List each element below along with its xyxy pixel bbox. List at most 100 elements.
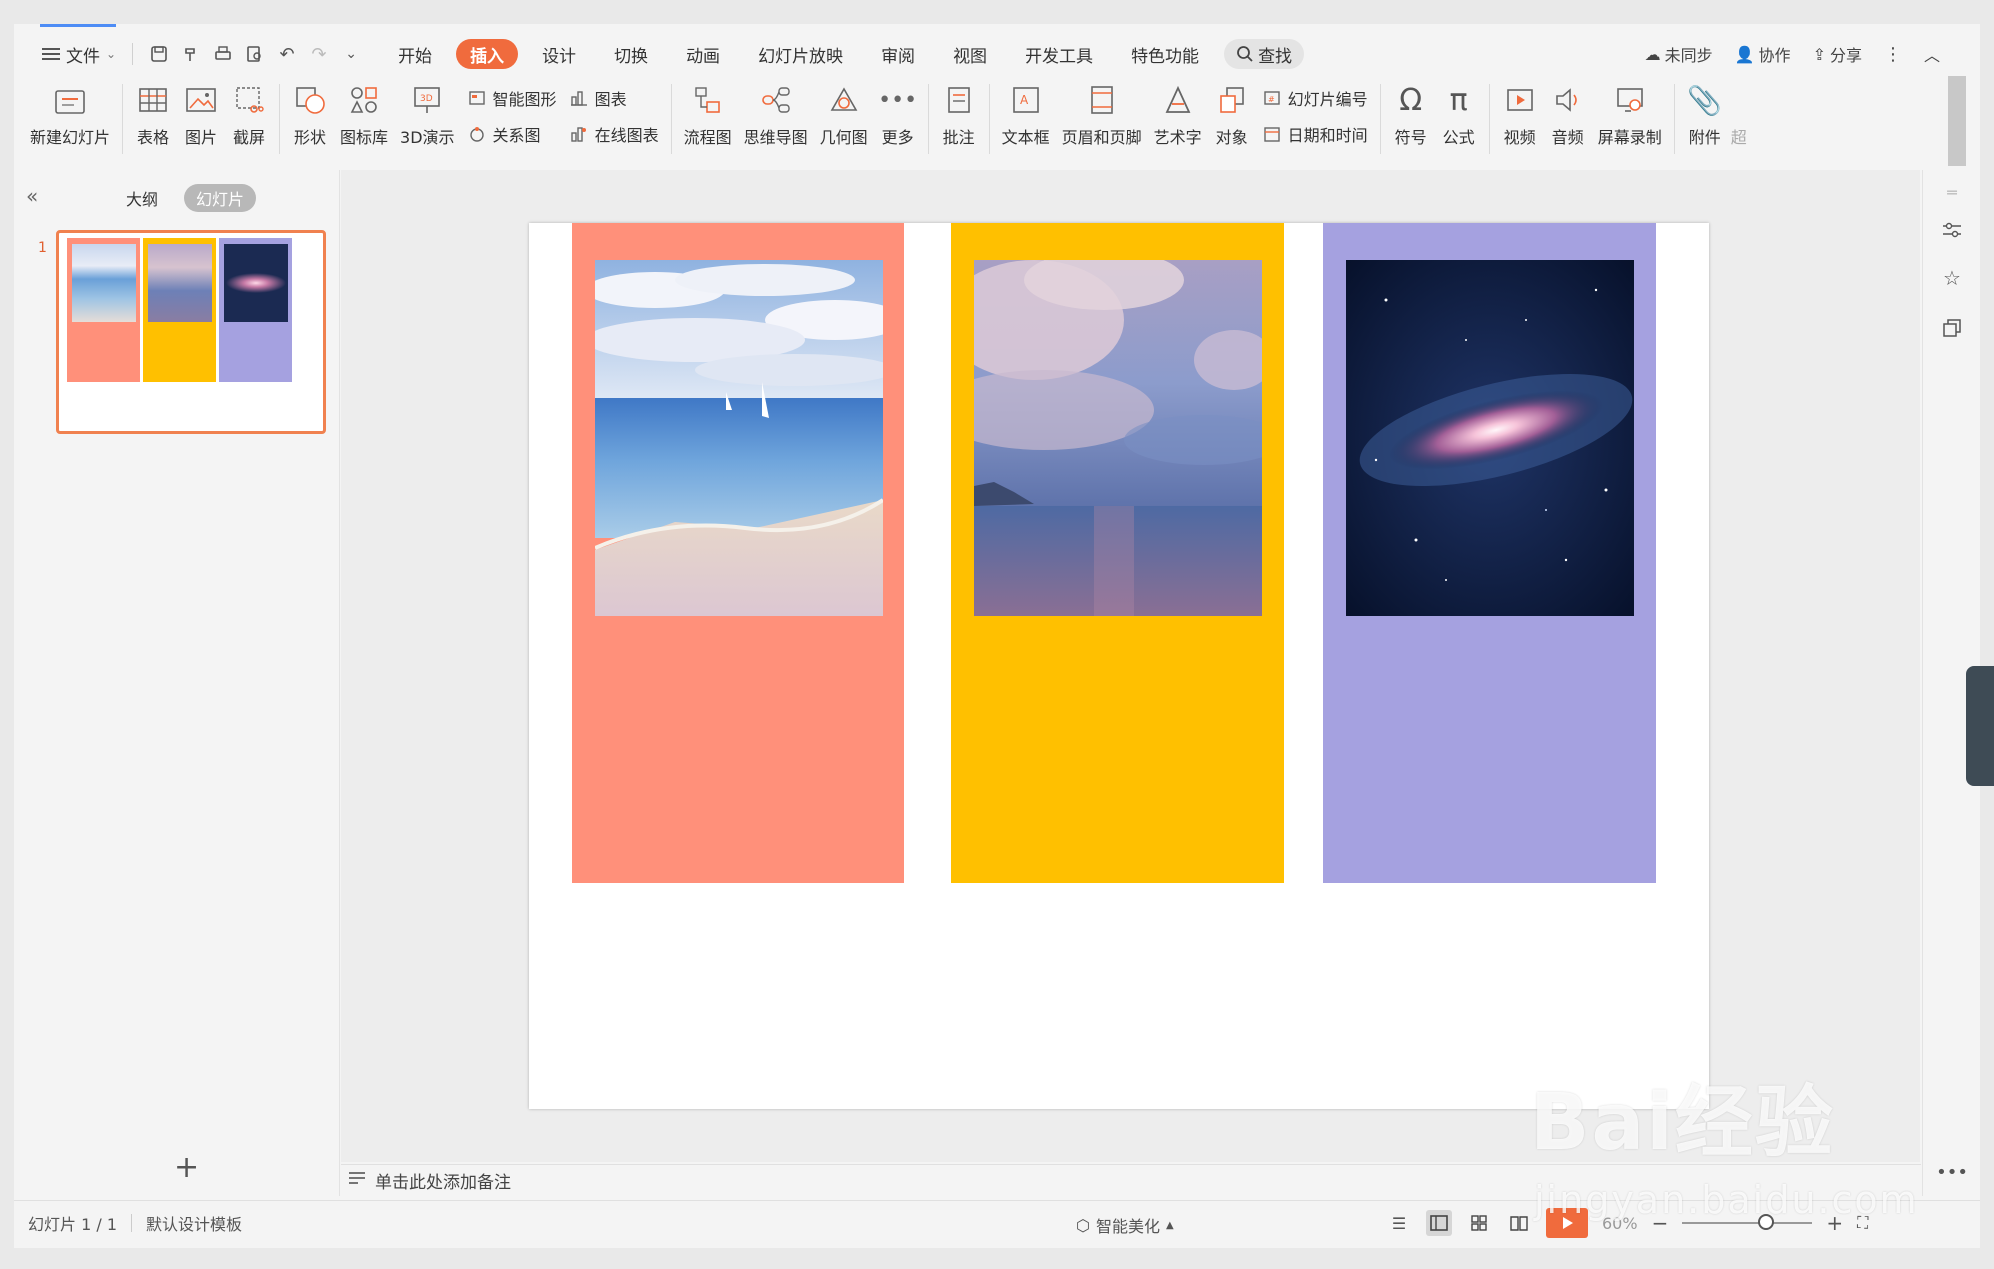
settings-sliders-icon[interactable] bbox=[1940, 218, 1964, 242]
beach-photo[interactable] bbox=[595, 260, 883, 616]
sync-button[interactable]: ☁ 未同步 bbox=[1645, 42, 1713, 66]
thumb-galaxy-photo bbox=[224, 244, 288, 322]
star-icon[interactable]: ☆ bbox=[1940, 266, 1964, 290]
chart-group: 图表 在线图表 bbox=[563, 76, 665, 156]
datetime-button[interactable]: 日期和时间 bbox=[1262, 122, 1368, 146]
template-name[interactable]: 默认设计模板 bbox=[146, 1211, 242, 1235]
more-vertical-icon[interactable]: ⋮ bbox=[1884, 44, 1902, 65]
slide-sorter-icon[interactable] bbox=[1466, 1210, 1492, 1236]
floating-edge-widget[interactable] bbox=[1966, 666, 1994, 786]
print-icon[interactable] bbox=[210, 41, 236, 67]
audio-button[interactable]: 音频 bbox=[1544, 76, 1592, 156]
collab-label: 协作 bbox=[1758, 46, 1791, 65]
save-icon[interactable] bbox=[146, 41, 172, 67]
new-slide-button[interactable]: 新建幻灯片 bbox=[24, 76, 116, 156]
mindmap-button[interactable]: 思维导图 bbox=[738, 76, 814, 156]
watermark-main: Bai经验 bbox=[1530, 1078, 1835, 1168]
geometry-button[interactable]: 几何图 bbox=[814, 76, 874, 156]
smart-beautify-label: 智能美化 bbox=[1095, 1217, 1160, 1236]
customize-quick-access-icon[interactable]: ⌄ bbox=[338, 41, 364, 67]
collapse-panel-icon[interactable]: « bbox=[26, 184, 38, 208]
tab-insert[interactable]: 插入 bbox=[456, 39, 519, 69]
comment-icon bbox=[941, 82, 977, 118]
flowchart-button[interactable]: 流程图 bbox=[678, 76, 738, 156]
smart-graphic-button[interactable]: 智能图形 bbox=[467, 86, 557, 110]
tab-home[interactable]: 开始 bbox=[384, 39, 446, 69]
screen-record-button[interactable]: 屏幕录制 bbox=[1592, 76, 1668, 156]
slide-number-button[interactable]: # 幻灯片编号 bbox=[1262, 86, 1368, 110]
wordart-button[interactable]: 艺术字 bbox=[1148, 76, 1208, 156]
reading-view-icon[interactable] bbox=[1506, 1210, 1532, 1236]
tab-slideshow[interactable]: 幻灯片放映 bbox=[744, 39, 857, 69]
smart-graphic-group: 智能图形 关系图 bbox=[461, 76, 563, 156]
relation-button[interactable]: 关系图 bbox=[467, 122, 557, 146]
print-preview-icon[interactable] bbox=[242, 41, 268, 67]
tab-outline[interactable]: 大纲 bbox=[114, 184, 170, 212]
file-menu[interactable]: 文件 ⌄ bbox=[36, 38, 122, 70]
ribbon-divider bbox=[988, 84, 990, 154]
tab-view[interactable]: 视图 bbox=[939, 39, 1001, 69]
ribbon-scroll-right[interactable] bbox=[1948, 76, 1966, 166]
hyperlink-button[interactable]: 超 bbox=[1729, 76, 1749, 156]
tab-animation[interactable]: 动画 bbox=[672, 39, 734, 69]
picture-button[interactable]: 图片 bbox=[177, 76, 225, 156]
video-button[interactable]: 视频 bbox=[1496, 76, 1544, 156]
more-button[interactable]: ••• 更多 bbox=[874, 76, 922, 156]
coral-column[interactable] bbox=[572, 223, 904, 883]
audio-label: 音频 bbox=[1551, 128, 1584, 147]
object-label: 对象 bbox=[1215, 128, 1248, 147]
notes-toggle-icon[interactable]: ☰ bbox=[1386, 1210, 1412, 1236]
tab-slides[interactable]: 幻灯片 bbox=[184, 184, 257, 212]
thumb-sky-photo bbox=[148, 244, 212, 322]
formula-button[interactable]: π 公式 bbox=[1435, 76, 1483, 156]
collapse-ribbon-icon[interactable]: ︿ bbox=[1924, 42, 1940, 66]
icon-library-button[interactable]: 图标库 bbox=[334, 76, 394, 156]
sky-photo[interactable] bbox=[974, 260, 1262, 616]
object-button[interactable]: 对象 bbox=[1208, 76, 1256, 156]
pi-icon: π bbox=[1449, 82, 1468, 118]
sidebar-handle-icon[interactable]: ═ bbox=[1940, 180, 1964, 204]
yellow-column[interactable] bbox=[951, 223, 1284, 883]
lavender-column[interactable] bbox=[1323, 223, 1656, 883]
search-button[interactable]: 查找 bbox=[1224, 39, 1305, 69]
watermark-url: jingyan.baidu.com bbox=[1534, 1178, 1919, 1222]
tab-developer[interactable]: 开发工具 bbox=[1011, 39, 1107, 69]
slide-number-group: # 幻灯片编号 日期和时间 bbox=[1256, 76, 1374, 156]
header-footer-button[interactable]: 页眉和页脚 bbox=[1056, 76, 1148, 156]
chart-button[interactable]: 图表 bbox=[569, 86, 659, 110]
new-slide-icon bbox=[52, 82, 88, 118]
slide-canvas[interactable] bbox=[529, 223, 1709, 1109]
normal-view-icon[interactable] bbox=[1426, 1210, 1452, 1236]
window-restore-icon[interactable] bbox=[1940, 316, 1964, 340]
demo3d-button[interactable]: 3D 3D演示 bbox=[394, 76, 461, 156]
share-label: 分享 bbox=[1829, 46, 1862, 65]
format-painter-icon[interactable] bbox=[178, 41, 204, 67]
textbox-button[interactable]: A 文本框 bbox=[996, 76, 1056, 156]
undo-icon[interactable]: ↶ bbox=[274, 41, 300, 67]
symbol-button[interactable]: Ω 符号 bbox=[1387, 76, 1435, 156]
status-left: 幻灯片 1 / 1 默认设计模板 bbox=[28, 1211, 242, 1235]
redo-icon[interactable]: ↷ bbox=[306, 41, 332, 67]
shape-button[interactable]: 形状 bbox=[286, 76, 334, 156]
online-chart-button[interactable]: 在线图表 bbox=[569, 122, 659, 146]
notes-placeholder: 单击此处添加备注 bbox=[375, 1173, 511, 1193]
textbox-icon: A bbox=[1008, 82, 1044, 118]
slide-thumbnail[interactable] bbox=[56, 230, 326, 434]
tab-features[interactable]: 特色功能 bbox=[1117, 39, 1213, 69]
canvas-vertical-scrollbar[interactable] bbox=[1900, 170, 1920, 1162]
app-root: 文件 ⌄ ↶ ↷ ⌄ 开始 插入 设计 切换 动画 幻灯片放映 审阅 视图 开发… bbox=[0, 0, 1994, 1269]
caret-up-icon: ▲ bbox=[1165, 1219, 1174, 1231]
galaxy-photo[interactable] bbox=[1346, 260, 1634, 616]
screenshot-button[interactable]: 截屏 bbox=[225, 76, 273, 156]
tab-transition[interactable]: 切换 bbox=[600, 39, 662, 69]
table-button[interactable]: 表格 bbox=[129, 76, 177, 156]
comment-button[interactable]: 批注 bbox=[935, 76, 983, 156]
attachment-button[interactable]: 📎 附件 bbox=[1681, 76, 1729, 156]
collab-button[interactable]: 👤 协作 bbox=[1735, 42, 1791, 66]
add-slide-icon[interactable]: + bbox=[174, 1150, 199, 1185]
smart-beautify-button[interactable]: ⬡ 智能美化 ▲ bbox=[1076, 1213, 1174, 1237]
share-button[interactable]: ⇪ 分享 bbox=[1813, 42, 1862, 66]
tab-review[interactable]: 审阅 bbox=[867, 39, 929, 69]
tab-design[interactable]: 设计 bbox=[528, 39, 590, 69]
shape-label: 形状 bbox=[294, 128, 327, 147]
